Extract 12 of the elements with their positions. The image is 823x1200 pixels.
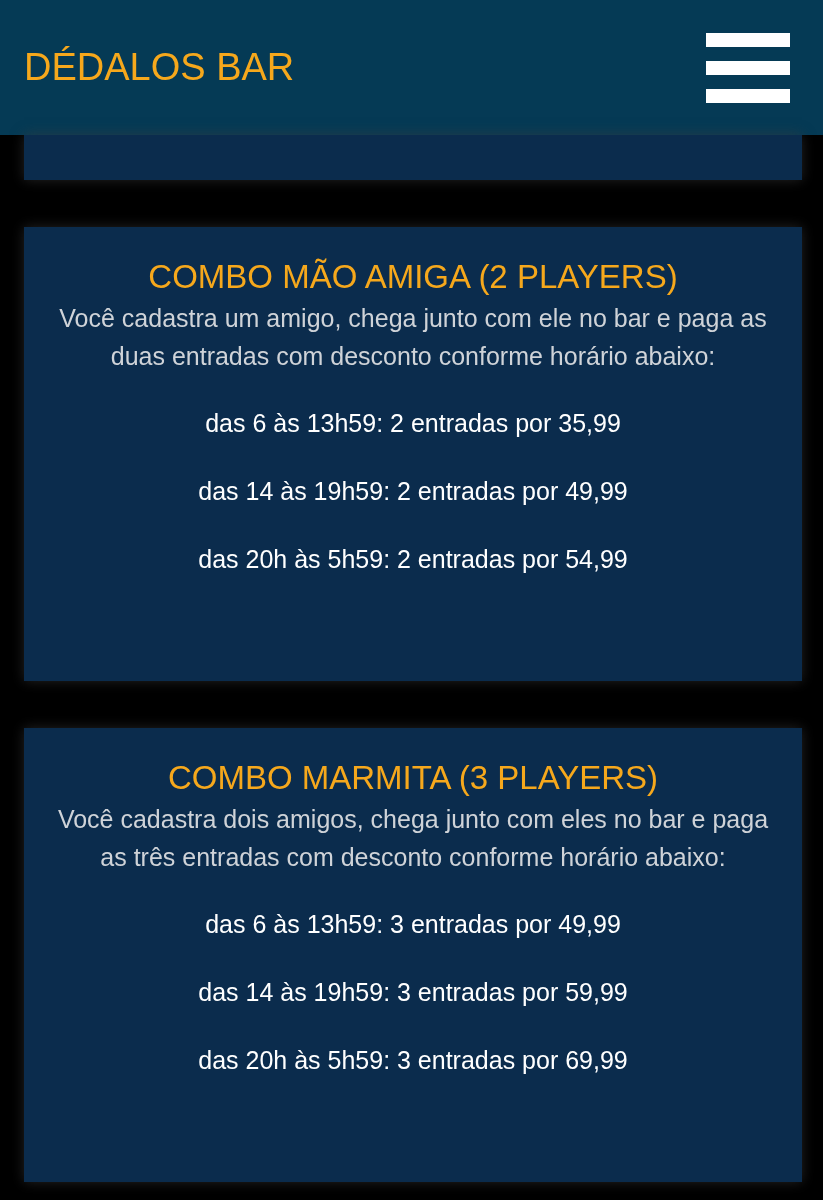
menu-icon[interactable] — [706, 32, 790, 103]
price-line: das 14 às 19h59: 2 entradas por 49,99 — [197, 476, 629, 507]
combo-description: Você cadastra dois amigos, chega junto com eles no bar e paga as três entradas com desconto conforme horário abaixo: — [56, 804, 770, 873]
price-line: das 14 às 19h59: 3 entradas por 59,99 — [197, 977, 629, 1008]
combo-title: COMBO MÃO AMIGA (2 PLAYERS) — [147, 257, 679, 297]
combo-title: COMBO MARMITA (3 PLAYERS) — [166, 758, 660, 798]
price-line: das 20h às 5h59: 3 entradas por 69,99 — [197, 1045, 629, 1076]
price-line: das 20h às 5h59: 2 entradas por 54,99 — [197, 544, 629, 575]
price-line: das 6 às 13h59: 3 entradas por 49,99 — [204, 909, 622, 940]
combo-description: Você cadastra um amigo, chega junto com ele no bar e paga as duas entradas com desconto conforme horário abaixo: — [58, 303, 768, 372]
price-line: das 6 às 13h59: 2 entradas por 35,99 — [204, 408, 622, 439]
site-title[interactable]: DÉDALOS BAR — [24, 46, 295, 89]
